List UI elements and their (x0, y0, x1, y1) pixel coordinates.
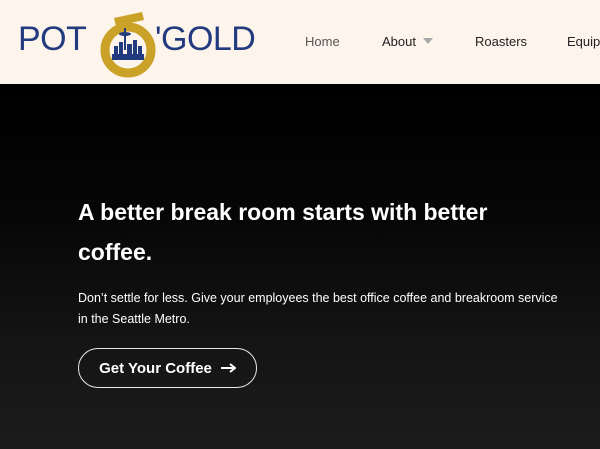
cta-label: Get Your Coffee (99, 359, 212, 377)
main-nav: Home About Roasters Equip (0, 0, 600, 84)
chevron-down-icon[interactable] (423, 38, 433, 44)
hero-section: A better break room starts with better c… (0, 84, 600, 449)
nav-item-home[interactable]: Home (305, 34, 340, 49)
nav-item-roasters[interactable]: Roasters (475, 34, 527, 49)
hero-subtitle: Don’t settle for less. Give your employe… (78, 291, 558, 326)
site-header: POT 'GOLD Home About Roasters Equip (0, 0, 600, 84)
hero-title: A better break room starts with better c… (78, 199, 488, 265)
page: POT 'GOLD Home About Roasters Equip A be… (0, 0, 600, 449)
arrow-right-icon (220, 363, 236, 373)
nav-item-equipment[interactable]: Equip (567, 34, 600, 49)
get-your-coffee-button[interactable]: Get Your Coffee (78, 348, 257, 388)
nav-item-about[interactable]: About (382, 34, 416, 49)
